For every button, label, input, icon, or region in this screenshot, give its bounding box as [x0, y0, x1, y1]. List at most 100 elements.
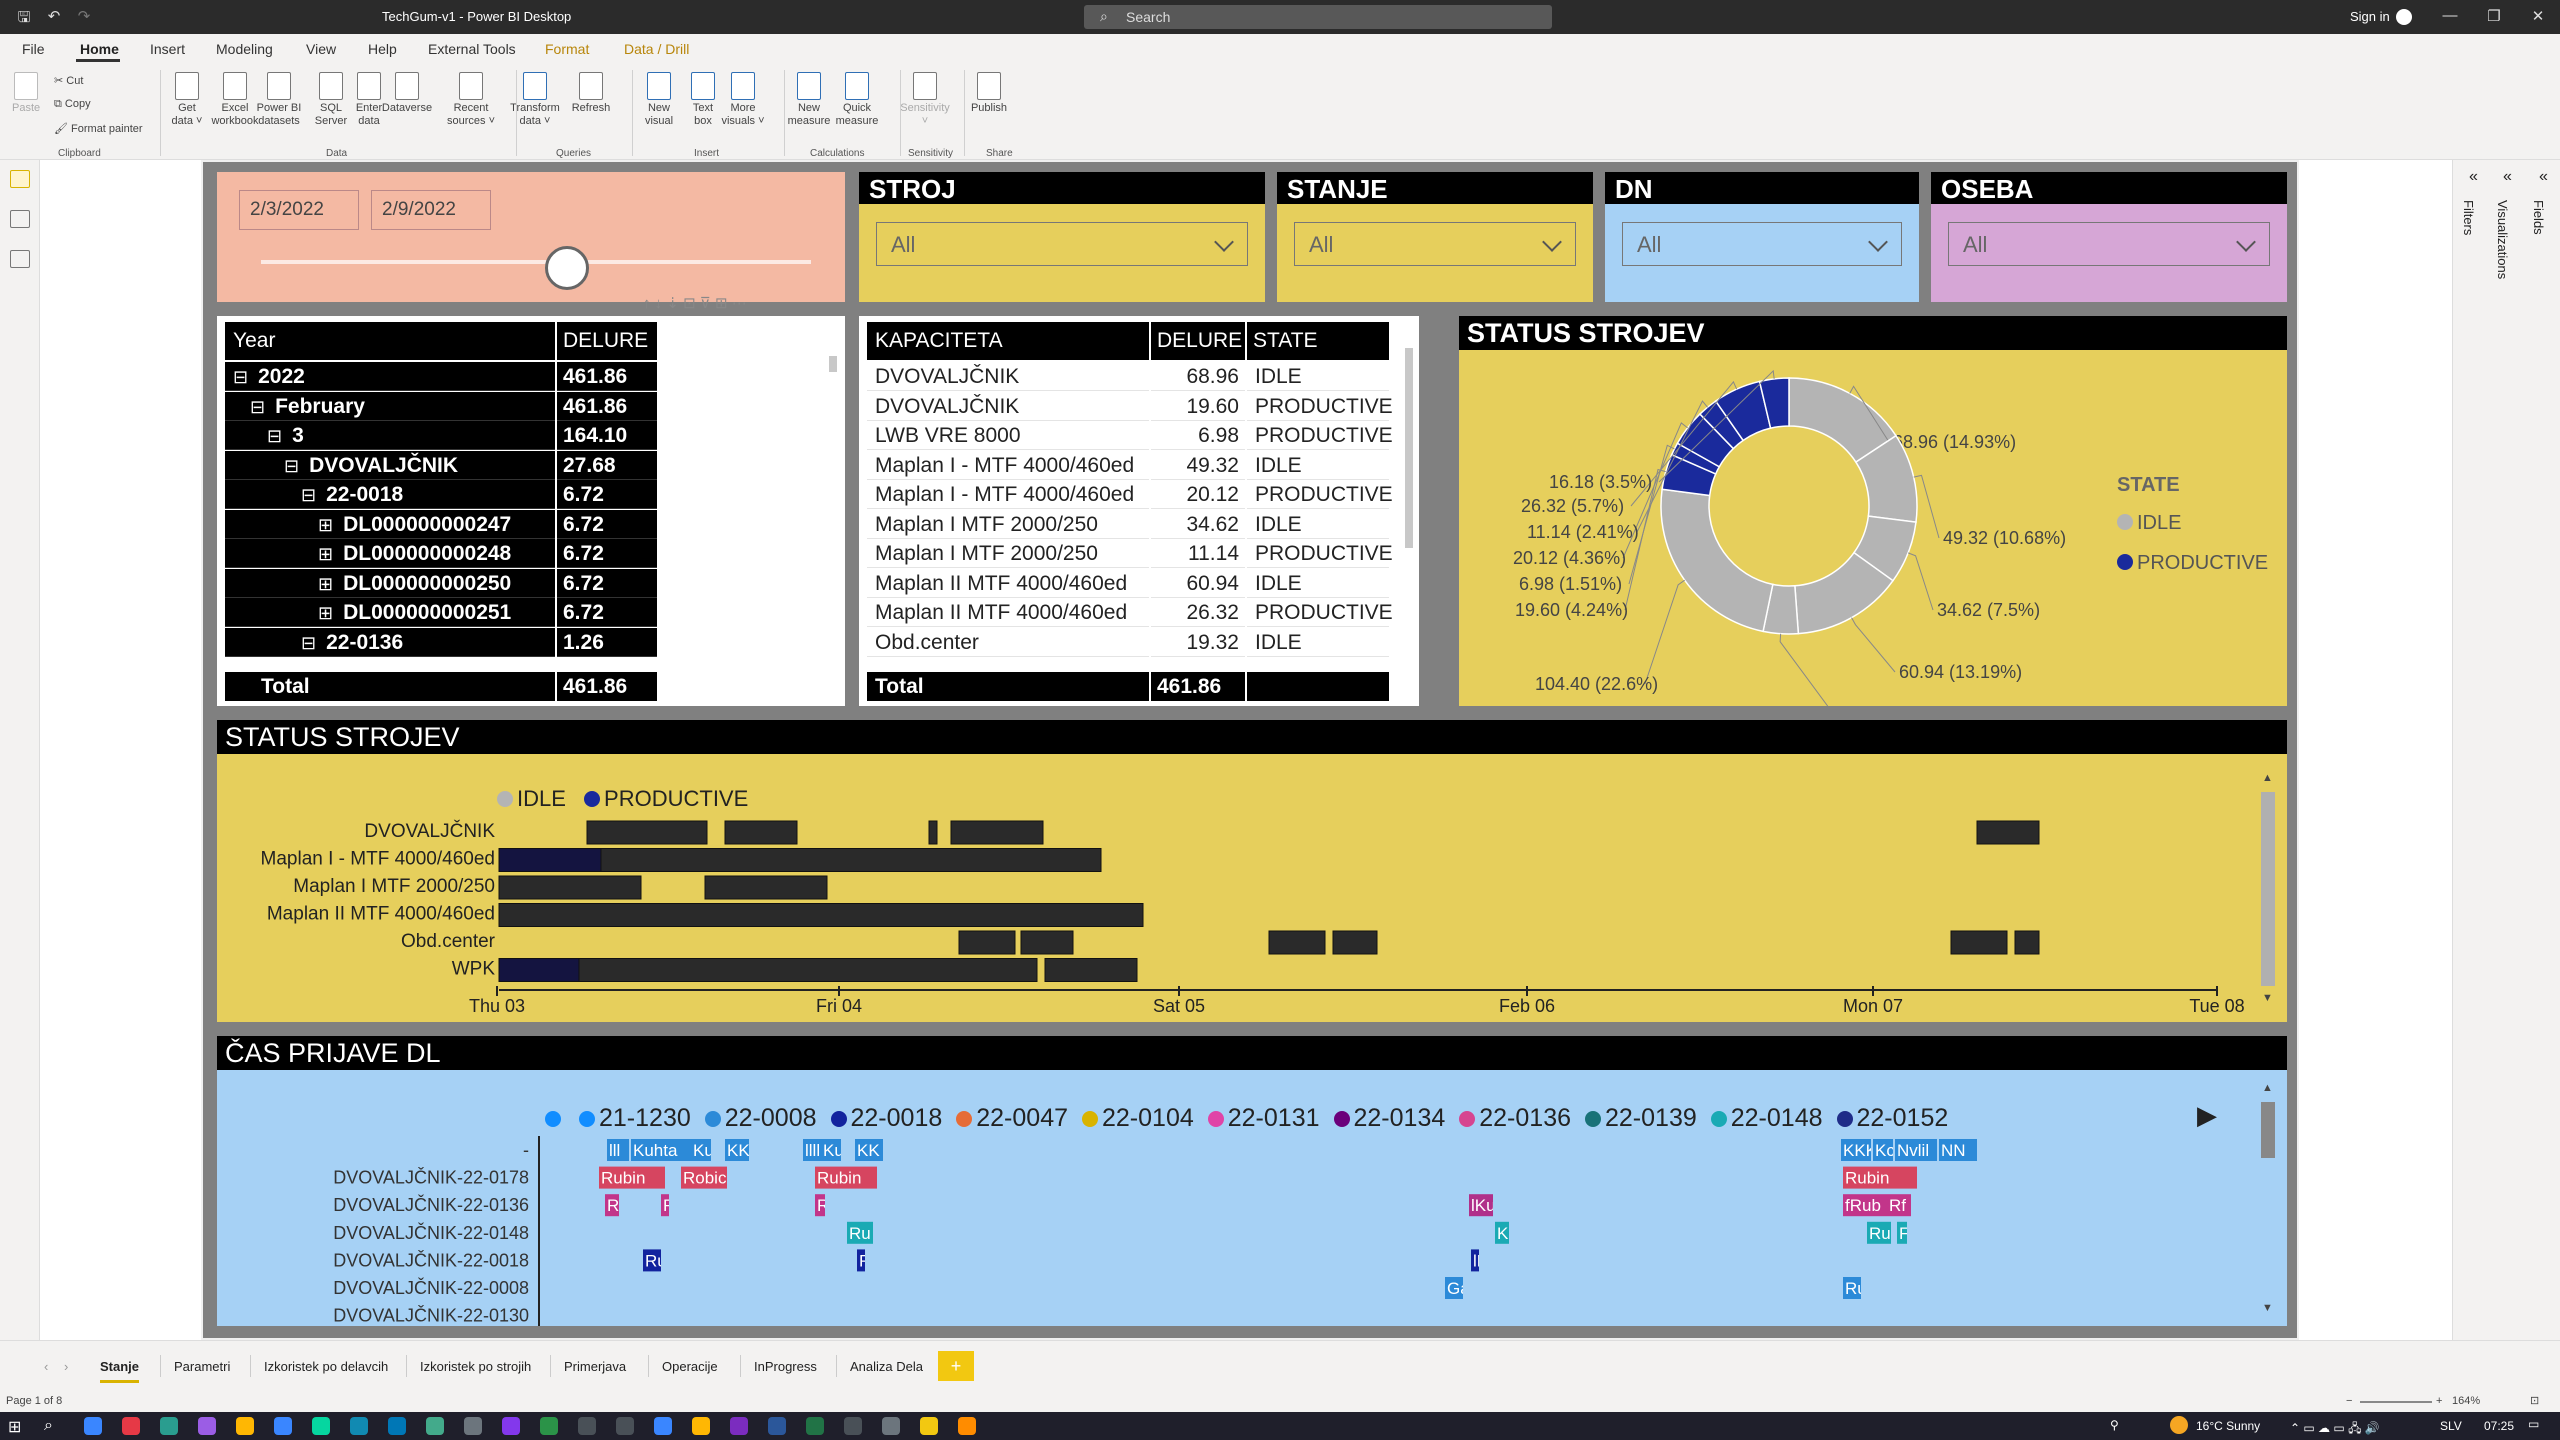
- gantt-bar[interactable]: [958, 930, 1016, 955]
- gantt-bar[interactable]: [1332, 930, 1378, 955]
- taskbar-app-icon[interactable]: [502, 1417, 520, 1435]
- menu-help[interactable]: Help: [368, 41, 397, 57]
- menu-insert[interactable]: Insert: [150, 41, 185, 57]
- expand-icon[interactable]: ⊞: [318, 544, 333, 564]
- table-cell[interactable]: IDLE: [1247, 510, 1389, 539]
- taskbar-app-icon[interactable]: [236, 1417, 254, 1435]
- cut-button[interactable]: ✂ Cut: [54, 74, 83, 87]
- table-cell[interactable]: LWB VRE 8000: [867, 421, 1149, 450]
- network-icon[interactable]: ⚲: [2110, 1418, 2119, 1432]
- minimize-icon[interactable]: —: [2440, 7, 2460, 27]
- search-box[interactable]: ⌕ Search: [1084, 5, 1552, 29]
- gantt-bar[interactable]: [950, 820, 1044, 845]
- menu-external-tools[interactable]: External Tools: [428, 41, 516, 57]
- table-cell[interactable]: IDLE: [1247, 569, 1389, 598]
- taskbar-app-icon[interactable]: [654, 1417, 672, 1435]
- gantt-bar[interactable]: [498, 958, 580, 982]
- table-cell[interactable]: 26.32: [1151, 598, 1245, 627]
- taskbar-app-icon[interactable]: [198, 1417, 216, 1435]
- collapse-icon[interactable]: ⊟: [233, 367, 248, 387]
- format-painter-button[interactable]: 🖌 Format painter: [54, 122, 143, 135]
- table-cell[interactable]: Maplan II MTF 4000/460ed: [867, 569, 1149, 598]
- menu-file[interactable]: File: [22, 41, 45, 57]
- donut-slice[interactable]: [1660, 488, 1774, 633]
- table-cell[interactable]: 19.60: [1151, 392, 1245, 421]
- gantt-bar[interactable]: [2014, 930, 2040, 955]
- notifications-icon[interactable]: ▭: [2528, 1417, 2539, 1431]
- matrix-row[interactable]: ⊞ DL000000000250: [225, 568, 555, 598]
- table-state-header[interactable]: STATE: [1247, 322, 1389, 360]
- table-cell[interactable]: Maplan I MTF 2000/250: [867, 539, 1149, 568]
- gantt-bar[interactable]: [586, 820, 708, 845]
- taskbar-app-icon[interactable]: [920, 1417, 938, 1435]
- restore-icon[interactable]: ❐: [2484, 7, 2504, 27]
- clock[interactable]: 07:25: [2484, 1419, 2514, 1433]
- gantt-bar[interactable]: [578, 958, 1038, 982]
- gantt-bar[interactable]: [1268, 930, 1326, 955]
- gantt-bar[interactable]: [498, 848, 602, 872]
- taskbar-app-icon[interactable]: [84, 1417, 102, 1435]
- taskbar-app-icon[interactable]: [616, 1417, 634, 1435]
- table-scrollbar[interactable]: [1405, 328, 1415, 688]
- table-cell[interactable]: IDLE: [1247, 628, 1389, 657]
- start-icon[interactable]: ⊞: [8, 1417, 21, 1437]
- menu-home[interactable]: Home: [80, 41, 119, 57]
- taskbar-app-icon[interactable]: [844, 1417, 862, 1435]
- sign-in-link[interactable]: Sign in: [2350, 9, 2390, 24]
- taskbar-app-icon[interactable]: [806, 1417, 824, 1435]
- table-cell[interactable]: Obd.center: [867, 628, 1149, 657]
- matrix-row[interactable]: ⊞ DL000000000248: [225, 539, 555, 568]
- collapse-icon[interactable]: ⊟: [284, 456, 299, 476]
- tab-operacije[interactable]: Operacije: [662, 1359, 718, 1374]
- collapse-fields-icon[interactable]: «: [2539, 168, 2548, 186]
- table-cell[interactable]: DVOVALJČNIK: [867, 392, 1149, 421]
- collapse-icon[interactable]: ⊟: [301, 633, 316, 653]
- taskbar-app-icon[interactable]: [160, 1417, 178, 1435]
- fit-page-icon[interactable]: ⊡: [2530, 1394, 2539, 1407]
- collapse-visualizations-icon[interactable]: «: [2503, 168, 2512, 186]
- table-cell[interactable]: PRODUCTIVE: [1247, 480, 1393, 509]
- matrix-row[interactable]: ⊞ DL000000000251: [225, 598, 555, 627]
- table-cell[interactable]: IDLE: [1247, 451, 1389, 480]
- menu-data-drill[interactable]: Data / Drill: [624, 41, 689, 57]
- matrix-scrollbar[interactable]: [829, 328, 839, 688]
- gantt-bar[interactable]: [928, 820, 938, 845]
- table-cell[interactable]: 49.32: [1151, 451, 1245, 480]
- zoom-in-icon[interactable]: +: [2436, 1395, 2442, 1407]
- taskbar-app-icon[interactable]: [388, 1417, 406, 1435]
- table-cell[interactable]: PRODUCTIVE: [1247, 598, 1393, 627]
- table-cell[interactable]: Maplan I - MTF 4000/460ed: [867, 451, 1149, 480]
- gantt-bar[interactable]: [704, 875, 828, 900]
- data-view-icon[interactable]: [10, 210, 30, 228]
- search-icon[interactable]: ⌕: [44, 1417, 53, 1435]
- filters-pane-tab[interactable]: Filters: [2461, 200, 2476, 235]
- tab-izkoristek-po-delavcih[interactable]: Izkoristek po delavcih: [264, 1359, 388, 1374]
- matrix-row[interactable]: ⊟ 3: [225, 421, 555, 450]
- matrix-row[interactable]: ⊟ 2022: [225, 362, 555, 391]
- matrix-row[interactable]: ⊟ 22-0136: [225, 627, 555, 657]
- tab-inprogress[interactable]: InProgress: [754, 1359, 817, 1374]
- gantt-bar[interactable]: [498, 875, 642, 900]
- menu-view[interactable]: View: [306, 41, 336, 57]
- ribbon-button-11[interactable]: More visuals ˅: [714, 72, 772, 127]
- gantt-bar[interactable]: [498, 903, 1144, 927]
- model-view-icon[interactable]: [10, 250, 30, 268]
- date-to-input[interactable]: 2/9/2022: [371, 190, 491, 230]
- expand-icon[interactable]: ⊞: [318, 603, 333, 623]
- tab-prev-icon[interactable]: ‹: [44, 1359, 48, 1374]
- table-cell[interactable]: PRODUCTIVE: [1247, 539, 1393, 568]
- ribbon-button-6[interactable]: Recent sources ˅: [442, 72, 500, 127]
- collapse-icon[interactable]: ⊟: [301, 485, 316, 505]
- taskbar-app-icon[interactable]: [464, 1417, 482, 1435]
- table-cell[interactable]: PRODUCTIVE: [1247, 392, 1393, 421]
- slicer-dn-dropdown[interactable]: All: [1622, 222, 1902, 266]
- ribbon-button-5[interactable]: Dataverse: [378, 72, 436, 115]
- date-range-handle[interactable]: [545, 246, 589, 290]
- weather-icon[interactable]: [2170, 1416, 2188, 1434]
- tab-analiza-dela[interactable]: Analiza Dela: [850, 1359, 923, 1374]
- taskbar-app-icon[interactable]: [768, 1417, 786, 1435]
- menu-format[interactable]: Format: [545, 41, 589, 57]
- collapse-icon[interactable]: ⊟: [267, 426, 282, 446]
- slicer-stanje-dropdown[interactable]: All: [1294, 222, 1576, 266]
- taskbar-app-icon[interactable]: [730, 1417, 748, 1435]
